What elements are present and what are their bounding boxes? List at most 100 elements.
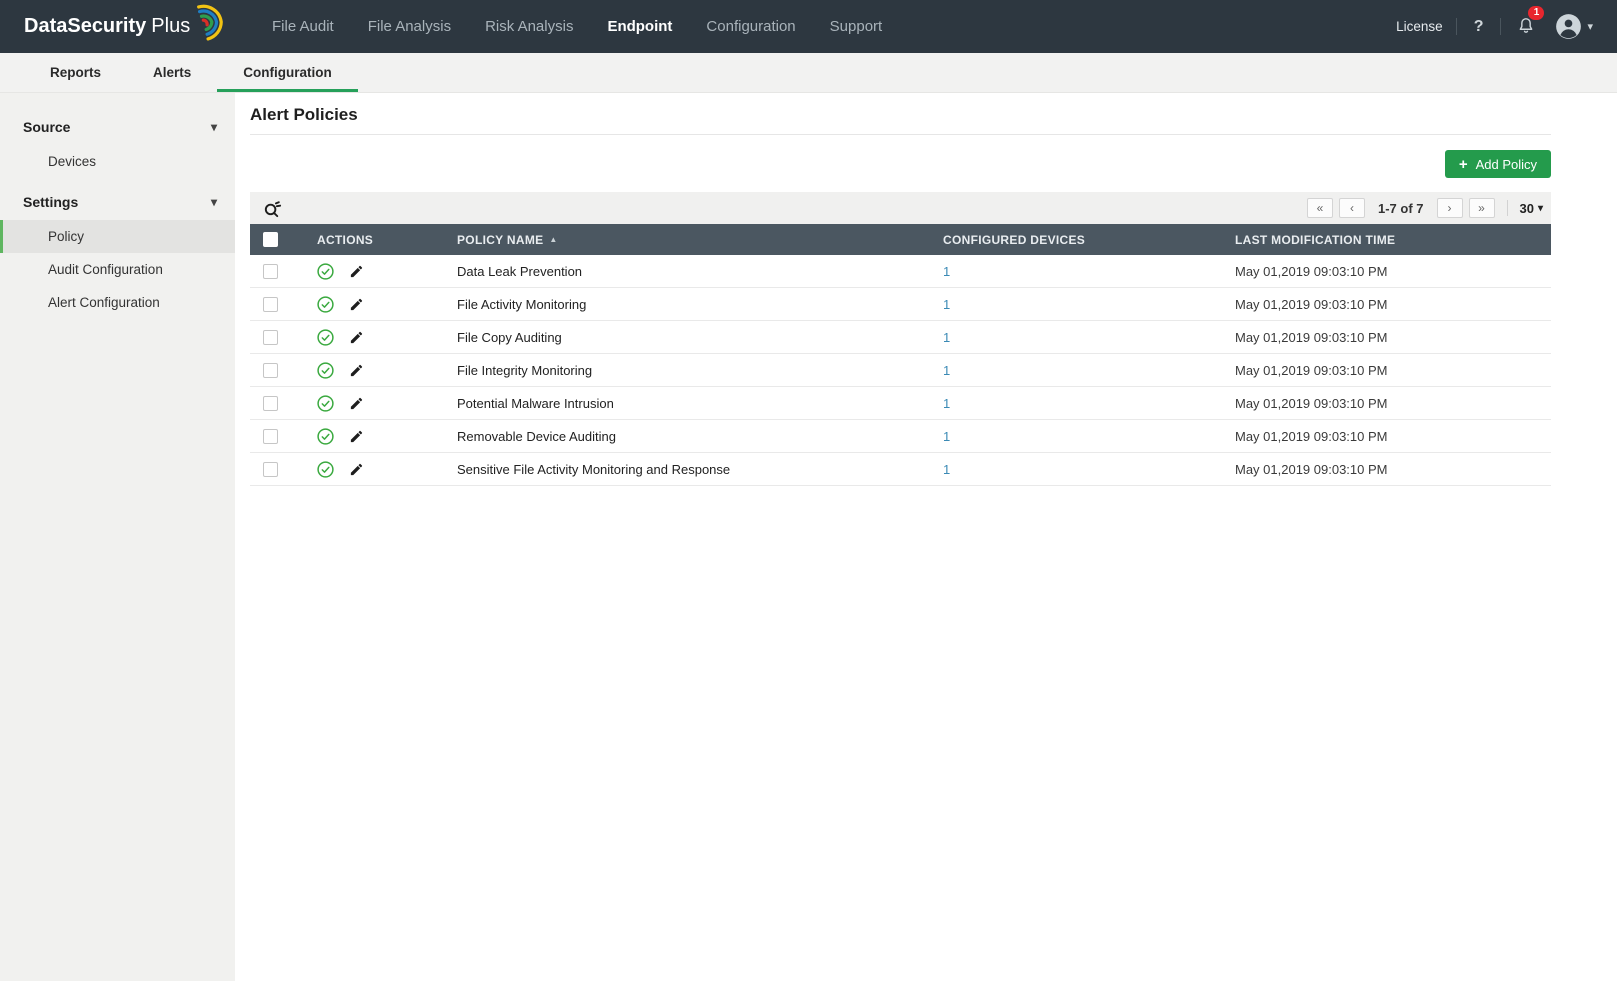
configured-devices-link[interactable]: 1 [943, 297, 950, 312]
column-header-actions[interactable]: ACTIONS [304, 233, 444, 247]
edit-policy-icon[interactable] [349, 363, 364, 378]
edit-policy-icon[interactable] [349, 462, 364, 477]
configured-devices-link[interactable]: 1 [943, 330, 950, 345]
policy-name: Potential Malware Intrusion [444, 396, 930, 411]
sort-asc-icon: ▲ [549, 235, 557, 244]
edit-policy-icon[interactable] [349, 330, 364, 345]
row-actions-cell [304, 395, 444, 412]
table-row: File Activity Monitoring 1 May 01,2019 0… [250, 288, 1551, 321]
row-checkbox-cell [250, 330, 304, 345]
pagination-last-button[interactable]: » [1469, 198, 1495, 218]
policy-enabled-icon[interactable] [317, 461, 334, 478]
configured-devices-link[interactable]: 1 [943, 264, 950, 279]
row-actions-cell [304, 263, 444, 280]
notifications-bell-icon[interactable]: 1 [1514, 13, 1542, 41]
row-actions-cell [304, 329, 444, 346]
column-header-configured-devices[interactable]: CONFIGURED DEVICES [930, 233, 1222, 247]
tab-alerts[interactable]: Alerts [127, 53, 217, 92]
nav-file-audit[interactable]: File Audit [272, 18, 334, 35]
sidebar-item-devices[interactable]: Devices [0, 145, 235, 178]
add-policy-button[interactable]: + Add Policy [1445, 150, 1551, 178]
chevron-down-icon: ▾ [211, 195, 217, 209]
row-checkbox[interactable] [263, 396, 278, 411]
divider [1500, 18, 1501, 35]
table-row: Removable Device Auditing 1 May 01,2019 … [250, 420, 1551, 453]
table-row: File Integrity Monitoring 1 May 01,2019 … [250, 354, 1551, 387]
secondary-nav: Reports Alerts Configuration [0, 53, 1617, 93]
license-link[interactable]: License [1396, 19, 1443, 34]
row-checkbox-cell [250, 363, 304, 378]
nav-configuration[interactable]: Configuration [706, 18, 795, 35]
policy-enabled-icon[interactable] [317, 428, 334, 445]
tab-reports[interactable]: Reports [24, 53, 127, 92]
page-title: Alert Policies [250, 105, 1551, 135]
nav-risk-analysis[interactable]: Risk Analysis [485, 18, 573, 35]
configured-devices-cell: 1 [930, 264, 1222, 279]
help-icon[interactable]: ? [1470, 18, 1488, 36]
sidebar-group-source[interactable]: Source ▾ [0, 103, 235, 145]
search-icon[interactable] [262, 198, 283, 219]
last-modification-time: May 01,2019 09:03:10 PM [1222, 264, 1551, 279]
chevron-down-icon: ▾ [1587, 20, 1593, 33]
edit-policy-icon[interactable] [349, 264, 364, 279]
column-header-last-modification-time[interactable]: LAST MODIFICATION TIME [1222, 233, 1551, 247]
configured-devices-cell: 1 [930, 330, 1222, 345]
pagination-first-button[interactable]: « [1307, 198, 1333, 218]
configured-devices-link[interactable]: 1 [943, 396, 950, 411]
row-checkbox[interactable] [263, 462, 278, 477]
policy-enabled-icon[interactable] [317, 263, 334, 280]
last-modification-time: May 01,2019 09:03:10 PM [1222, 396, 1551, 411]
row-checkbox[interactable] [263, 429, 278, 444]
column-header-policy-name[interactable]: POLICY NAME ▲ [444, 233, 930, 247]
nav-support[interactable]: Support [830, 18, 883, 35]
page-size-dropdown[interactable]: 30 ▾ [1520, 201, 1544, 216]
row-checkbox[interactable] [263, 363, 278, 378]
select-all-checkbox[interactable] [263, 232, 278, 247]
policy-table-body: Data Leak Prevention 1 May 01,2019 09:03… [250, 255, 1551, 486]
last-modification-time: May 01,2019 09:03:10 PM [1222, 363, 1551, 378]
row-checkbox-cell [250, 396, 304, 411]
nav-file-analysis[interactable]: File Analysis [368, 18, 451, 35]
row-actions-cell [304, 362, 444, 379]
sidebar-item-alert-configuration[interactable]: Alert Configuration [0, 286, 235, 319]
brand-logo[interactable]: DataSecurityPlus [24, 11, 236, 43]
divider [1456, 18, 1457, 35]
policy-name: File Activity Monitoring [444, 297, 930, 312]
tab-configuration[interactable]: Configuration [217, 53, 357, 92]
pagination-prev-button[interactable]: ‹ [1339, 198, 1365, 218]
row-checkbox[interactable] [263, 297, 278, 312]
policy-enabled-icon[interactable] [317, 329, 334, 346]
chevron-down-icon: ▾ [211, 120, 217, 134]
policy-enabled-icon[interactable] [317, 362, 334, 379]
top-bar-right: License ? 1 ▾ [1396, 13, 1593, 41]
configured-devices-cell: 1 [930, 297, 1222, 312]
header-checkbox-cell [250, 232, 304, 247]
last-modification-time: May 01,2019 09:03:10 PM [1222, 297, 1551, 312]
policy-name: Removable Device Auditing [444, 429, 930, 444]
edit-policy-icon[interactable] [349, 429, 364, 444]
configured-devices-cell: 1 [930, 462, 1222, 477]
sidebar-item-audit-configuration[interactable]: Audit Configuration [0, 253, 235, 286]
policy-enabled-icon[interactable] [317, 395, 334, 412]
row-checkbox[interactable] [263, 264, 278, 279]
pagination-range: 1-7 of 7 [1378, 201, 1424, 216]
divider [1507, 200, 1508, 216]
row-checkbox[interactable] [263, 330, 278, 345]
pagination: « ‹ 1-7 of 7 › » 30 ▾ [1307, 198, 1543, 218]
table-row: Sensitive File Activity Monitoring and R… [250, 453, 1551, 486]
edit-policy-icon[interactable] [349, 396, 364, 411]
notification-count-badge: 1 [1528, 6, 1544, 20]
content-area: Source ▾ Devices Settings ▾ Policy Audit… [0, 93, 1617, 981]
table-toolbar: « ‹ 1-7 of 7 › » 30 ▾ [250, 192, 1551, 224]
nav-endpoint[interactable]: Endpoint [607, 18, 672, 35]
sidebar-group-settings[interactable]: Settings ▾ [0, 178, 235, 220]
policy-enabled-icon[interactable] [317, 296, 334, 313]
edit-policy-icon[interactable] [349, 297, 364, 312]
sidebar-item-policy[interactable]: Policy [0, 220, 235, 253]
pagination-next-button[interactable]: › [1437, 198, 1463, 218]
user-menu[interactable]: ▾ [1555, 13, 1593, 40]
configured-devices-link[interactable]: 1 [943, 363, 950, 378]
configured-devices-link[interactable]: 1 [943, 462, 950, 477]
configured-devices-link[interactable]: 1 [943, 429, 950, 444]
brand-name-light: Plus [151, 15, 190, 37]
